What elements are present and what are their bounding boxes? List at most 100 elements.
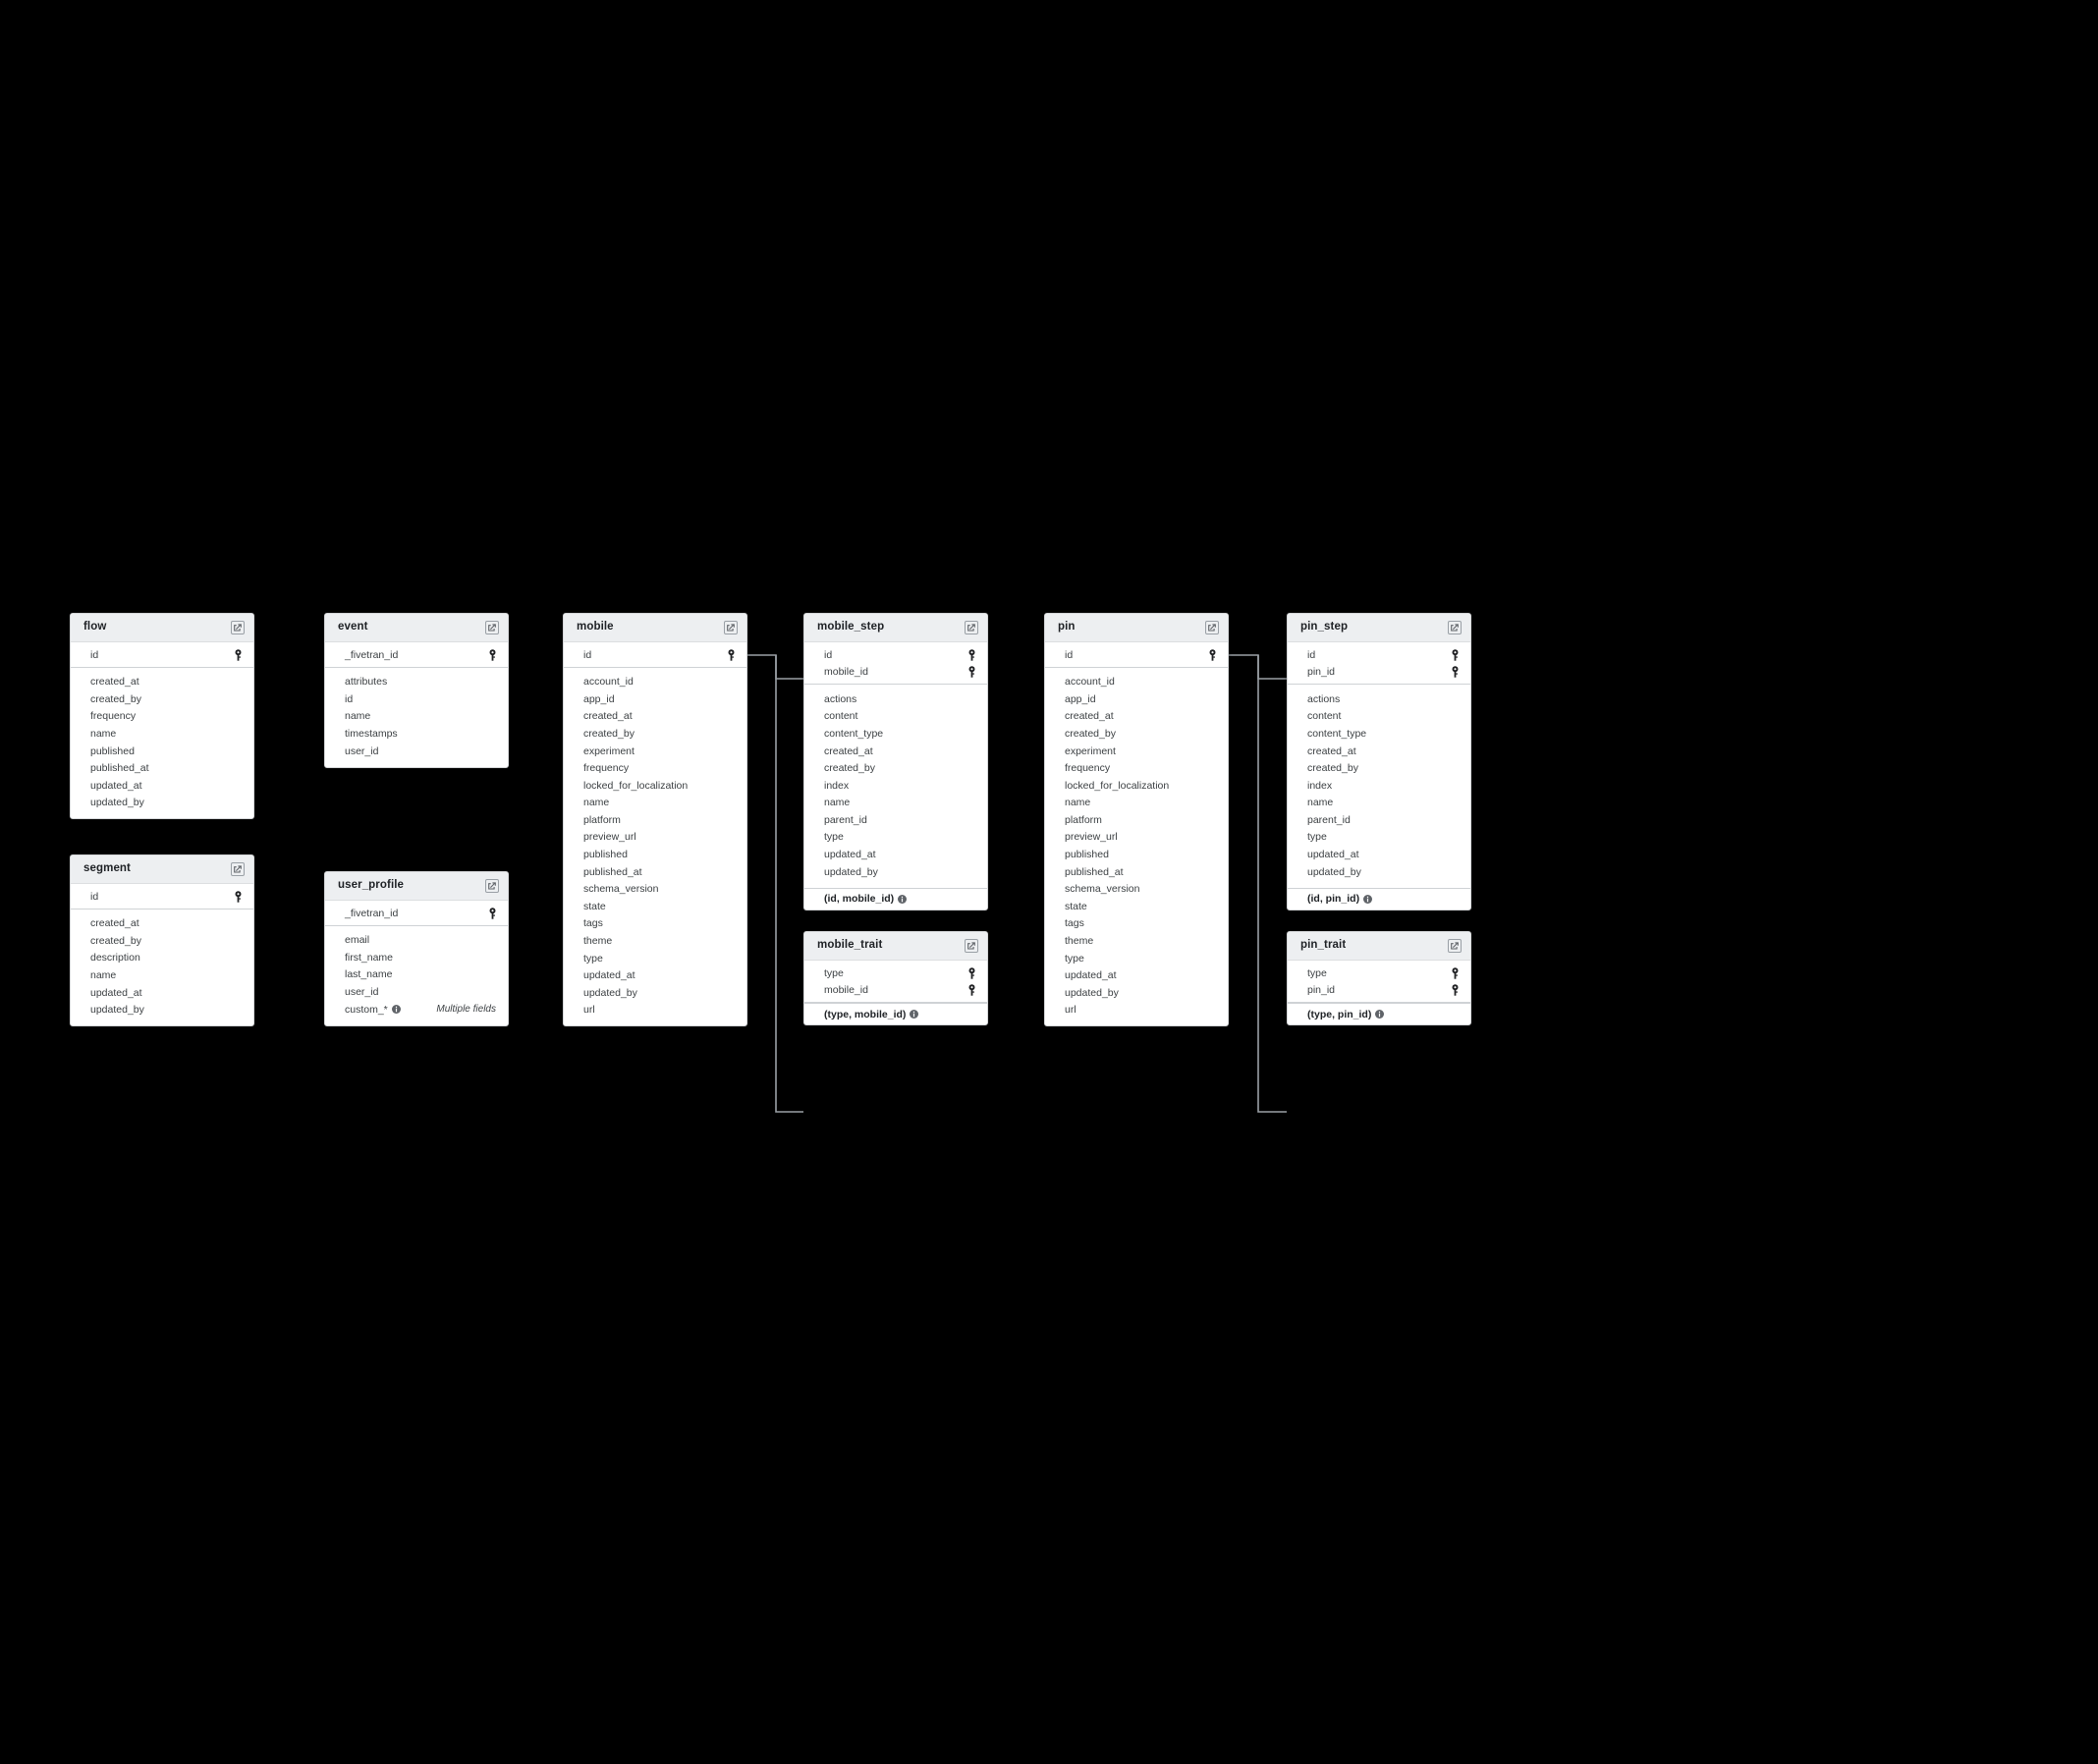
field-row[interactable]: first_name (325, 949, 508, 966)
field-row[interactable]: actions (1288, 690, 1470, 708)
field-row[interactable]: published_at (564, 863, 746, 881)
info-icon[interactable] (1375, 1010, 1385, 1020)
field-row[interactable]: type (1288, 829, 1470, 847)
field-row[interactable]: name (804, 795, 987, 812)
erd-table-mobile[interactable]: mobile id account_id app_id created_at create… (563, 613, 747, 1027)
field-row[interactable]: updated_by (564, 984, 746, 1002)
field-row[interactable]: frequency (564, 760, 746, 778)
external-link-icon[interactable] (1205, 621, 1219, 634)
field-row[interactable]: locked_for_localization (564, 777, 746, 795)
field-row[interactable]: frequency (1045, 760, 1228, 778)
external-link-icon[interactable] (231, 621, 245, 634)
field-row[interactable]: platform (1045, 811, 1228, 829)
erd-table-event[interactable]: event _fivetran_id attributes id name timesta… (324, 613, 509, 768)
field-row[interactable]: published (1045, 847, 1228, 864)
primary-key-row[interactable]: mobile_id (804, 664, 987, 682)
field-row[interactable]: published (564, 847, 746, 864)
field-row[interactable]: updated_by (71, 1002, 253, 1020)
primary-key-row[interactable]: pin_id (1288, 664, 1470, 682)
field-row[interactable]: updated_at (804, 847, 987, 864)
external-link-icon[interactable] (1448, 939, 1462, 953)
field-row[interactable]: published_at (71, 760, 253, 778)
field-row[interactable]: updated_by (71, 795, 253, 812)
field-row[interactable]: app_id (564, 690, 746, 708)
primary-key-row[interactable]: id (71, 646, 253, 664)
field-row[interactable]: created_by (1288, 760, 1470, 778)
field-row[interactable]: updated_at (1045, 967, 1228, 985)
erd-table-mobile_step[interactable]: mobile_step id mobile_id actions content cont… (803, 613, 988, 910)
field-row[interactable]: user_id (325, 983, 508, 1001)
field-row[interactable]: theme (1045, 933, 1228, 951)
field-row[interactable]: content_type (804, 725, 987, 743)
field-row[interactable]: state (564, 898, 746, 915)
field-row[interactable]: attributes (325, 674, 508, 691)
field-row[interactable]: schema_version (564, 881, 746, 899)
external-link-icon[interactable] (231, 862, 245, 876)
composite-key-footer[interactable]: (type, mobile_id) (804, 1003, 987, 1024)
field-row[interactable]: created_at (804, 743, 987, 760)
field-row[interactable]: parent_id (1288, 811, 1470, 829)
field-row[interactable]: theme (564, 933, 746, 951)
field-row[interactable]: created_at (71, 915, 253, 933)
primary-key-row[interactable]: id (71, 888, 253, 906)
field-row[interactable]: content_type (1288, 725, 1470, 743)
field-row[interactable]: updated_at (71, 984, 253, 1002)
external-link-icon[interactable] (965, 621, 978, 634)
field-row[interactable]: updated_by (1045, 984, 1228, 1002)
erd-table-mobile_trait[interactable]: mobile_trait type mobile_id (type, mobile_i… (803, 931, 988, 1026)
field-row[interactable]: type (564, 950, 746, 967)
field-row[interactable]: locked_for_localization (1045, 777, 1228, 795)
info-icon[interactable] (898, 894, 908, 904)
field-row[interactable]: content (1288, 708, 1470, 726)
primary-key-row[interactable]: type (1288, 965, 1470, 982)
primary-key-row[interactable]: pin_id (1288, 982, 1470, 1000)
erd-table-flow[interactable]: flow id created_at created_by frequency name p… (70, 613, 254, 820)
field-row[interactable]: index (804, 777, 987, 795)
field-row[interactable]: updated_by (1288, 863, 1470, 881)
field-row[interactable]: last_name (325, 966, 508, 984)
field-row[interactable]: user_id (325, 743, 508, 760)
external-link-icon[interactable] (1448, 621, 1462, 634)
field-row[interactable]: id (325, 690, 508, 708)
primary-key-row[interactable]: _fivetran_id (325, 646, 508, 664)
field-row[interactable]: tags (1045, 915, 1228, 933)
field-row[interactable]: created_by (564, 725, 746, 743)
primary-key-row[interactable]: mobile_id (804, 982, 987, 1000)
field-row[interactable]: frequency (71, 708, 253, 726)
field-row[interactable]: created_at (1288, 743, 1470, 760)
primary-key-row[interactable]: id (1045, 646, 1228, 664)
field-row[interactable]: index (1288, 777, 1470, 795)
field-row[interactable]: state (1045, 898, 1228, 915)
primary-key-row[interactable]: type (804, 965, 987, 982)
field-row[interactable]: name (1288, 795, 1470, 812)
field-row[interactable]: content (804, 708, 987, 726)
info-icon[interactable] (1363, 894, 1373, 904)
field-row[interactable]: platform (564, 811, 746, 829)
field-row[interactable]: url (564, 1002, 746, 1020)
field-row[interactable]: account_id (1045, 674, 1228, 691)
field-row[interactable]: tags (564, 915, 746, 933)
field-row[interactable]: type (804, 829, 987, 847)
field-row[interactable]: created_at (71, 674, 253, 691)
field-row[interactable]: published_at (1045, 863, 1228, 881)
field-row[interactable]: created_by (804, 760, 987, 778)
field-row[interactable]: preview_url (1045, 829, 1228, 847)
field-row[interactable]: created_by (71, 932, 253, 950)
erd-table-pin[interactable]: pin id account_id app_id created_at created_b… (1044, 613, 1229, 1027)
field-row[interactable]: updated_by (804, 863, 987, 881)
field-row[interactable]: app_id (1045, 690, 1228, 708)
info-icon[interactable] (391, 1004, 401, 1014)
field-row[interactable]: experiment (564, 743, 746, 760)
field-row[interactable]: type (1045, 950, 1228, 967)
field-row[interactable]: name (325, 708, 508, 726)
erd-table-pin_trait[interactable]: pin_trait type pin_id (type, pin_id) (1287, 931, 1471, 1026)
field-row[interactable]: schema_version (1045, 881, 1228, 899)
field-row[interactable]: parent_id (804, 811, 987, 829)
field-row[interactable]: custom_* Multiple fields (325, 1001, 508, 1019)
field-row[interactable]: created_by (1045, 725, 1228, 743)
field-row[interactable]: name (1045, 795, 1228, 812)
external-link-icon[interactable] (485, 879, 499, 893)
field-row[interactable]: published (71, 743, 253, 760)
field-row[interactable]: created_at (1045, 708, 1228, 726)
field-row[interactable]: preview_url (564, 829, 746, 847)
